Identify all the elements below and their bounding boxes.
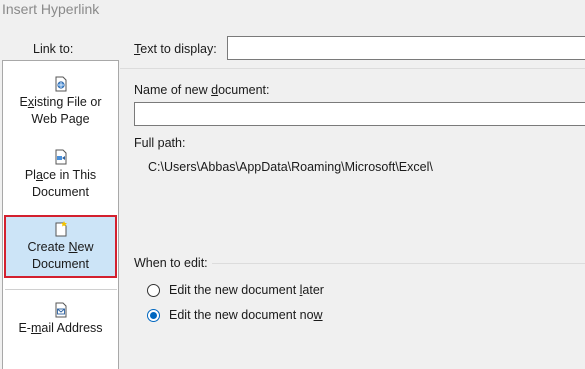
create-new-document-icon xyxy=(55,221,67,237)
edit-later-option[interactable]: Edit the new document later xyxy=(147,283,324,297)
nav-create-line1: Create New xyxy=(27,240,94,254)
dialog-title: Insert Hyperlink xyxy=(2,1,100,17)
full-path-value: C:\Users\Abbas\AppData\Roaming\Microsoft… xyxy=(148,160,433,174)
edit-later-label: Edit the new document later xyxy=(169,283,324,297)
nav-email-address[interactable]: E-mail Address xyxy=(4,302,117,342)
link-to-label: Link to: xyxy=(33,42,74,56)
edit-now-option[interactable]: Edit the new document now xyxy=(147,308,323,322)
nav-place-line1: Place in This xyxy=(24,168,97,182)
nav-place-line2: Document xyxy=(32,185,89,199)
text-to-display-label: Text to display: xyxy=(134,42,217,56)
nav-place-in-document[interactable]: Place in This Document xyxy=(4,149,117,205)
edit-later-radio[interactable] xyxy=(147,283,160,297)
nav-existing-line1: Existing File or xyxy=(19,95,102,109)
full-path-label: Full path: xyxy=(134,136,186,150)
when-to-edit-divider xyxy=(212,263,585,264)
new-document-name-label: Name of new document: xyxy=(134,83,270,97)
sidebar-divider xyxy=(5,289,117,290)
section-divider xyxy=(120,68,585,69)
place-in-document-icon xyxy=(55,149,66,165)
existing-file-icon xyxy=(55,76,66,92)
email-address-icon xyxy=(55,302,66,318)
nav-create-new-document[interactable]: Create New Document xyxy=(4,215,117,278)
edit-now-label: Edit the new document now xyxy=(169,308,323,322)
link-to-sidebar: Existing File or Web Page Place in This … xyxy=(2,60,119,369)
nav-email-line1: E-mail Address xyxy=(18,321,103,335)
edit-now-radio[interactable] xyxy=(147,308,160,322)
when-to-edit-label: When to edit: xyxy=(134,256,208,270)
text-to-display-input[interactable] xyxy=(227,36,585,60)
new-document-name-input[interactable] xyxy=(134,102,585,126)
nav-existing-line2: Web Page xyxy=(31,112,90,126)
nav-existing-file[interactable]: Existing File or Web Page xyxy=(4,76,117,132)
nav-create-line2: Document xyxy=(32,257,89,271)
